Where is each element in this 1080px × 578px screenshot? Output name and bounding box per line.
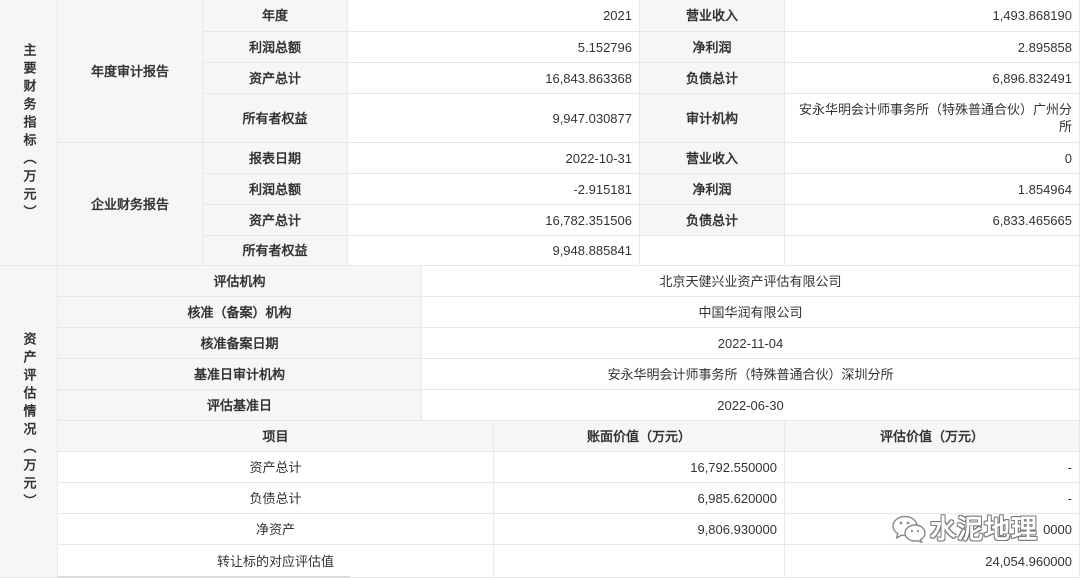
asset-appraisal-section-label: 资产评估情况（万元） xyxy=(0,266,58,578)
annual-audit-owners-equity-label: 所有者权益 xyxy=(203,94,348,143)
company-report-total-liabilities-label: 负债总计 xyxy=(640,205,785,236)
annual-audit-net-profit-value: 2.895858 xyxy=(785,32,1080,63)
approval-date-value: 2022-11-04 xyxy=(422,328,1080,359)
company-report-empty-value xyxy=(785,236,1080,266)
financial-indicators-section-label-text: 主要财务指标（万元） xyxy=(21,42,37,223)
company-report-total-profit-value: -2.915181 xyxy=(348,174,640,205)
company-report-net-profit-value: 1.854964 xyxy=(785,174,1080,205)
appraisal-base-date-label: 评估基准日 xyxy=(58,390,422,421)
wechat-icon xyxy=(892,515,926,546)
annual-audit-firm-label: 审计机构 xyxy=(640,94,785,143)
total-liabilities-item: 负债总计 xyxy=(58,483,494,514)
company-report-net-profit-label: 净利润 xyxy=(640,174,785,205)
total-assets-item: 资产总计 xyxy=(58,452,494,483)
watermark: 水泥地理 xyxy=(892,514,1038,546)
total-assets-appraised-value: - xyxy=(785,452,1080,483)
asset-appraisal-section-label-text: 资产评估情况（万元） xyxy=(21,331,37,512)
company-report-total-assets-value: 16,782.351506 xyxy=(348,205,640,236)
annual-audit-year-label: 年度 xyxy=(203,0,348,32)
company-report-date-label: 报表日期 xyxy=(203,143,348,174)
annual-audit-total-liabilities-value: 6,896.832491 xyxy=(785,63,1080,94)
net-assets-book-value: 9,806.930000 xyxy=(494,514,785,545)
transfer-target-value-item: 转让标的对应评估值 xyxy=(58,545,494,578)
transfer-target-book-value xyxy=(494,545,785,578)
financial-indicators-section: 主要财务指标（万元） 年度审计报告 企业财务报告 年度 2021 营业收入 1,… xyxy=(0,0,1080,266)
net-assets-item: 净资产 xyxy=(58,514,494,545)
approval-agency-value: 中国华润有限公司 xyxy=(422,297,1080,328)
company-report-revenue-value: 0 xyxy=(785,143,1080,174)
header-appraised-value: 评估价值（万元） xyxy=(785,421,1080,452)
annual-audit-total-profit-value: 5.152796 xyxy=(348,32,640,63)
base-date-audit-firm-value: 安永华明会计师事务所（特殊普通合伙）深圳分所 xyxy=(422,359,1080,390)
approval-agency-label: 核准（备案）机构 xyxy=(58,297,422,328)
appraisal-agency-label: 评估机构 xyxy=(58,266,422,297)
appraisal-base-date-value: 2022-06-30 xyxy=(422,390,1080,421)
transfer-target-appraised-value: 24,054.960000 xyxy=(785,545,1080,578)
annual-audit-owners-equity-value: 9,947.030877 xyxy=(348,94,640,143)
company-report-total-assets-label: 资产总计 xyxy=(203,205,348,236)
company-report-revenue-label: 营业收入 xyxy=(640,143,785,174)
company-report-owners-equity-label: 所有者权益 xyxy=(203,236,348,266)
base-date-audit-firm-label: 基准日审计机构 xyxy=(58,359,422,390)
total-liabilities-book-value: 6,985.620000 xyxy=(494,483,785,514)
annual-audit-net-profit-label: 净利润 xyxy=(640,32,785,63)
annual-audit-revenue-value: 1,493.868190 xyxy=(785,0,1080,32)
header-item: 项目 xyxy=(58,421,494,452)
annual-audit-total-assets-label: 资产总计 xyxy=(203,63,348,94)
header-book-value: 账面价值（万元） xyxy=(494,421,785,452)
group-label-annual-audit-report: 年度审计报告 xyxy=(58,0,203,143)
group-label-company-financial-report: 企业财务报告 xyxy=(58,143,203,266)
company-report-empty-label xyxy=(640,236,785,266)
company-report-total-profit-label: 利润总额 xyxy=(203,174,348,205)
annual-audit-year-value: 2021 xyxy=(348,0,640,32)
company-report-total-liabilities-value: 6,833.465665 xyxy=(785,205,1080,236)
watermark-text: 水泥地理 xyxy=(930,515,1039,545)
total-assets-book-value: 16,792.550000 xyxy=(494,452,785,483)
company-report-date-value: 2022-10-31 xyxy=(348,143,640,174)
company-report-owners-equity-value: 9,948.885841 xyxy=(348,236,640,266)
annual-audit-revenue-label: 营业收入 xyxy=(640,0,785,32)
approval-date-label: 核准备案日期 xyxy=(58,328,422,359)
financial-indicators-section-label: 主要财务指标（万元） xyxy=(0,0,58,266)
annual-audit-firm-value: 安永华明会计师事务所（特殊普通合伙）广州分所 xyxy=(785,94,1080,143)
annual-audit-total-assets-value: 16,843.863368 xyxy=(348,63,640,94)
annual-audit-total-liabilities-label: 负债总计 xyxy=(640,63,785,94)
annual-audit-total-profit-label: 利润总额 xyxy=(203,32,348,63)
total-liabilities-appraised-value: - xyxy=(785,483,1080,514)
appraisal-agency-value: 北京天健兴业资产评估有限公司 xyxy=(422,266,1080,297)
